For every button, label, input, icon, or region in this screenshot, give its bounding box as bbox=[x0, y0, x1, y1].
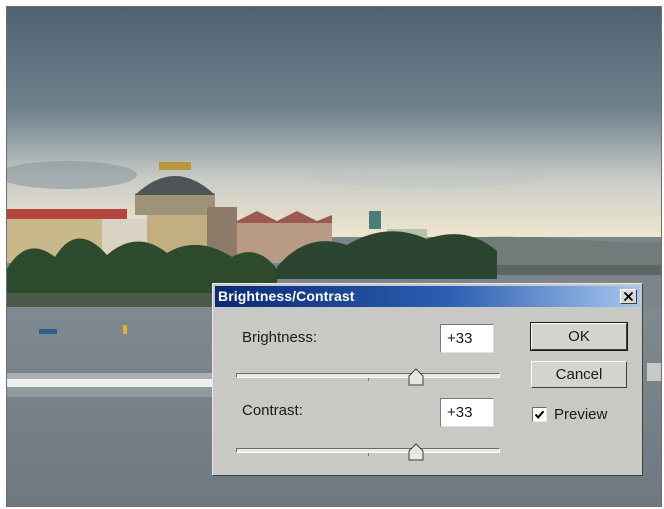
contrast-slider-thumb[interactable] bbox=[408, 443, 424, 461]
contrast-input[interactable]: +33 bbox=[440, 398, 494, 427]
dialog-titlebar[interactable]: Brightness/Contrast bbox=[215, 286, 640, 307]
close-icon bbox=[623, 291, 634, 302]
ok-button[interactable]: OK bbox=[530, 322, 628, 351]
brightness-contrast-dialog: Brightness/Contrast Brightness: +33 Cont… bbox=[212, 283, 643, 476]
contrast-slider-center-tick bbox=[368, 453, 369, 456]
brightness-input[interactable]: +33 bbox=[440, 324, 494, 353]
brightness-slider-center-tick bbox=[368, 378, 369, 381]
preview-checkbox[interactable] bbox=[532, 407, 547, 422]
brightness-slider-thumb[interactable] bbox=[408, 368, 424, 386]
preview-label[interactable]: Preview bbox=[554, 406, 607, 423]
checkmark-icon bbox=[534, 410, 545, 419]
dialog-title: Brightness/Contrast bbox=[218, 288, 355, 304]
brightness-label: Brightness: bbox=[242, 329, 318, 346]
cancel-button[interactable]: Cancel bbox=[531, 361, 627, 388]
contrast-label: Contrast: bbox=[242, 402, 303, 419]
close-button[interactable] bbox=[620, 289, 637, 304]
